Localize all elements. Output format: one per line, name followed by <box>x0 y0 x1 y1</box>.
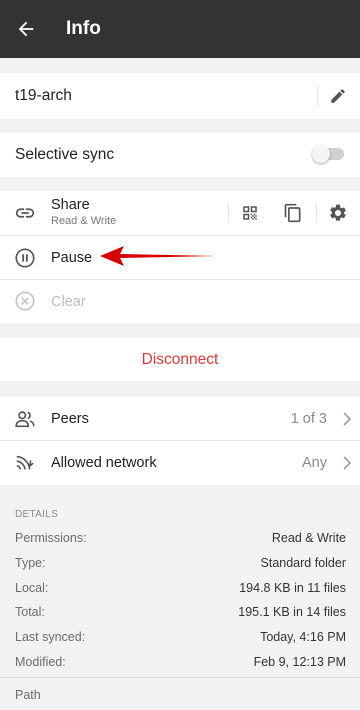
allowed-network-row[interactable]: Allowed network Any <box>0 441 360 485</box>
detail-value: Feb 9, 12:13 PM <box>253 655 346 669</box>
detail-value: 195.1 KB in 14 files <box>238 605 346 619</box>
details-divider <box>0 677 360 678</box>
detail-row-type: Type: Standard folder <box>15 556 346 570</box>
share-separator-1 <box>228 203 229 223</box>
pencil-icon <box>331 89 345 103</box>
detail-row-modified: Modified: Feb 9, 12:13 PM <box>15 655 346 669</box>
share-separator-2 <box>316 203 317 223</box>
path-label: Path <box>15 688 41 702</box>
link-icon <box>13 202 37 224</box>
annotation-arrow <box>100 246 217 266</box>
clear-circle-icon <box>13 289 37 313</box>
share-text: Share Read & Write <box>51 197 116 227</box>
chevron-right-icon <box>340 454 354 472</box>
share-settings-button[interactable] <box>324 200 352 226</box>
detail-key: Last synced: <box>15 630 86 644</box>
clear-label: Clear <box>51 293 86 310</box>
detail-row-local: Local: 194.8 KB in 11 files <box>15 581 346 595</box>
detail-row-last-synced: Last synced: Today, 4:16 PM <box>15 630 346 644</box>
detail-key: Type: <box>15 556 46 570</box>
chevron-right-icon <box>340 410 354 428</box>
copy-button[interactable] <box>279 200 307 226</box>
details-header: DETAILS <box>15 509 59 520</box>
wifi-sync-icon <box>13 451 37 475</box>
selective-sync-label: Selective sync <box>15 146 115 163</box>
peers-row[interactable]: Peers 1 of 3 <box>0 397 360 440</box>
edit-separator <box>317 86 318 106</box>
allowed-network-value: Any <box>302 455 327 471</box>
pause-circle-icon <box>13 246 37 270</box>
disconnect-button[interactable]: Disconnect <box>0 338 360 381</box>
disconnect-label: Disconnect <box>141 350 219 368</box>
pause-label: Pause <box>51 249 93 266</box>
qr-code-button[interactable] <box>236 200 264 226</box>
qr-code-icon <box>243 206 257 220</box>
app-bar: Info <box>0 0 360 58</box>
folder-name-row[interactable]: t19-arch <box>0 73 360 119</box>
arrow-left-icon <box>18 21 34 37</box>
back-button[interactable] <box>0 0 52 58</box>
peers-value: 1 of 3 <box>290 410 327 427</box>
toggle-knob <box>312 145 330 163</box>
detail-value: Today, 4:16 PM <box>260 630 346 644</box>
detail-row-permissions: Permissions: Read & Write <box>15 531 346 545</box>
selective-sync-row[interactable]: Selective sync <box>0 133 360 177</box>
page-title: Info <box>66 18 101 39</box>
allowed-network-label: Allowed network <box>51 455 157 471</box>
selective-sync-toggle[interactable] <box>312 144 346 164</box>
clear-row[interactable]: Clear <box>0 280 360 323</box>
detail-value: 194.8 KB in 11 files <box>239 581 346 595</box>
copy-icon <box>284 203 301 223</box>
gear-icon <box>330 204 346 221</box>
share-subtitle: Read & Write <box>51 215 117 227</box>
detail-row-total: Total: 195.1 KB in 14 files <box>15 605 346 619</box>
detail-key: Local: <box>15 581 49 595</box>
folder-name: t19-arch <box>15 87 72 104</box>
detail-key: Total: <box>15 605 45 619</box>
people-icon <box>13 407 37 431</box>
detail-key: Modified: <box>15 655 66 669</box>
edit-button[interactable] <box>324 84 352 108</box>
share-title: Share <box>51 197 90 213</box>
detail-value: Standard folder <box>260 556 346 570</box>
detail-value: Read & Write <box>271 531 346 545</box>
peers-label: Peers <box>51 410 89 427</box>
detail-key: Permissions: <box>15 531 87 545</box>
